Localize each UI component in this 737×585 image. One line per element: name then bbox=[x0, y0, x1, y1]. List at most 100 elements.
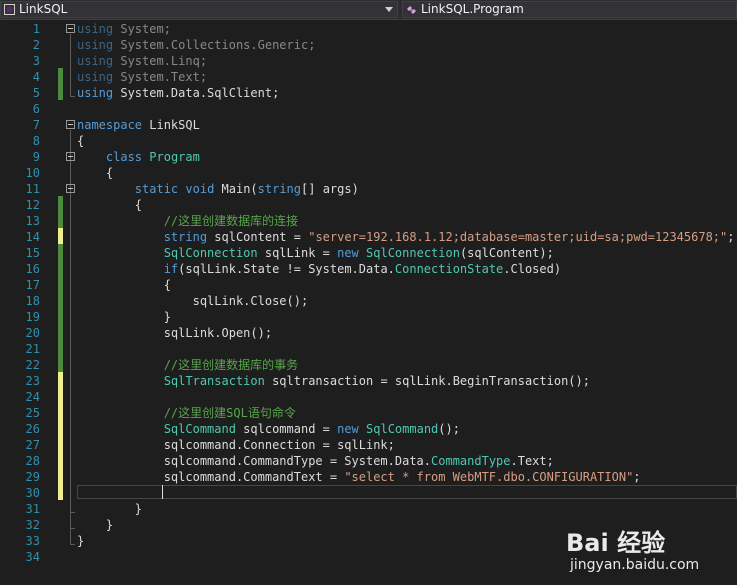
code-token: (sqlLink.State != System.Data. bbox=[178, 262, 395, 276]
code-line[interactable]: } bbox=[77, 517, 113, 533]
code-token: LinkSQL bbox=[142, 118, 200, 132]
code-token: using bbox=[77, 38, 114, 52]
line-number: 24 bbox=[25, 390, 40, 404]
unsaved-change-marker bbox=[58, 228, 63, 244]
code-line[interactable]: using System.Linq; bbox=[77, 53, 207, 69]
code-editor[interactable]: 1 2 3 4 5 6 7 8 9 10 11 12 13 14 15 16 17 18 19 20 21 22 23 24 2… bbox=[0, 20, 737, 573]
outline-end bbox=[70, 96, 75, 97]
code-line[interactable]: { bbox=[77, 165, 113, 181]
outline-line bbox=[70, 34, 71, 96]
code-line[interactable]: using System.Data.SqlClient; bbox=[77, 85, 279, 101]
project-dropdown[interactable]: LinkSQL bbox=[0, 1, 398, 18]
code-token: ; bbox=[727, 230, 735, 244]
outline-collapse-icon[interactable] bbox=[66, 184, 75, 193]
code-token: Program bbox=[149, 150, 200, 164]
chevron-down-icon[interactable] bbox=[385, 7, 393, 12]
line-number: 8 bbox=[32, 134, 40, 148]
code-line[interactable]: static void Main(string[] args) bbox=[77, 181, 359, 197]
code-token: sqlLink.Close(); bbox=[77, 294, 309, 308]
code-line[interactable]: using System.Collections.Generic; bbox=[77, 37, 315, 53]
code-token: //这里创建SQL语句命令 bbox=[163, 406, 296, 420]
project-dropdown-label: LinkSQL bbox=[19, 2, 68, 16]
code-line[interactable]: //这里创建数据库的事务 bbox=[77, 357, 298, 373]
unsaved-change-marker bbox=[58, 372, 63, 500]
code-line[interactable]: using System.Text; bbox=[77, 69, 207, 85]
code-token: SqlConnection bbox=[366, 246, 460, 260]
outline-collapse-icon[interactable] bbox=[66, 24, 75, 33]
code-token: System.Collections.Generic; bbox=[113, 38, 316, 52]
line-number: 5 bbox=[32, 86, 40, 100]
code-line[interactable]: { bbox=[77, 133, 84, 149]
code-line[interactable]: //这里创建SQL语句命令 bbox=[77, 405, 296, 421]
outline-collapse-icon[interactable] bbox=[66, 152, 75, 161]
code-token: System.Linq; bbox=[113, 54, 208, 68]
line-number: 29 bbox=[25, 470, 40, 484]
csharp-project-icon bbox=[4, 4, 15, 15]
line-number: 3 bbox=[32, 54, 40, 68]
code-line[interactable]: } bbox=[77, 309, 171, 325]
code-token: sqlcommand.Connection = sqlLink; bbox=[77, 438, 395, 452]
code-line[interactable]: SqlTransaction sqltransaction = sqlLink.… bbox=[77, 373, 590, 389]
line-number: 10 bbox=[25, 166, 40, 180]
code-line[interactable]: { bbox=[77, 197, 142, 213]
code-line[interactable]: sqlcommand.Connection = sqlLink; bbox=[77, 437, 395, 453]
code-token: using bbox=[77, 70, 114, 84]
line-number: 18 bbox=[25, 294, 40, 308]
code-line[interactable]: sqlcommand.CommandType = System.Data.Com… bbox=[77, 453, 554, 469]
line-number: 19 bbox=[25, 310, 40, 324]
line-number: 27 bbox=[25, 438, 40, 452]
line-number: 17 bbox=[25, 278, 40, 292]
code-token: string bbox=[163, 230, 208, 244]
line-number: 31 bbox=[25, 502, 40, 516]
code-token: System.Data.SqlClient; bbox=[113, 86, 280, 100]
member-dropdown[interactable]: LinkSQL.Program bbox=[402, 1, 737, 18]
change-tracking-margin bbox=[58, 20, 65, 571]
code-line[interactable]: //这里创建数据库的连接 bbox=[77, 213, 298, 229]
code-line[interactable]: sqlLink.Close(); bbox=[77, 293, 309, 309]
code-token: "select * from WebMTF.dbo.CONFIGURATION" bbox=[344, 470, 634, 484]
code-line[interactable]: SqlConnection sqlLink = new SqlConnectio… bbox=[77, 245, 554, 261]
saved-change-marker bbox=[58, 68, 63, 100]
code-line[interactable]: SqlCommand sqlcommand = new SqlCommand()… bbox=[77, 421, 460, 437]
outline-end bbox=[70, 528, 75, 529]
line-number: 4 bbox=[32, 70, 40, 84]
code-line[interactable]: } bbox=[77, 501, 142, 517]
line-number: 25 bbox=[25, 406, 40, 420]
line-number: 14 bbox=[25, 230, 40, 244]
code-line[interactable]: sqlLink.Open(); bbox=[77, 325, 272, 341]
code-token: { bbox=[77, 166, 114, 180]
line-number: 23 bbox=[25, 374, 40, 388]
code-token: ConnectionState bbox=[394, 262, 504, 276]
saved-change-marker bbox=[58, 244, 63, 372]
code-token: SqlConnection bbox=[163, 246, 258, 260]
code-token: class bbox=[105, 150, 143, 164]
code-line[interactable]: using System; bbox=[77, 21, 171, 37]
line-number: 26 bbox=[25, 422, 40, 436]
code-token: SqlTransaction bbox=[163, 374, 265, 388]
code-line[interactable]: namespace LinkSQL bbox=[77, 117, 200, 133]
outline-collapse-icon[interactable] bbox=[66, 120, 75, 129]
line-number: 1 bbox=[32, 22, 40, 36]
code-token: System; bbox=[113, 22, 171, 36]
code-line[interactable]: } bbox=[77, 533, 84, 549]
line-number: 30 bbox=[25, 486, 40, 500]
code-line[interactable]: sqlcommand.CommandText = "select * from … bbox=[77, 469, 641, 485]
code-token: //这里创建数据库的事务 bbox=[163, 358, 299, 372]
line-number: 13 bbox=[25, 214, 40, 228]
member-dropdown-label: LinkSQL.Program bbox=[421, 2, 524, 16]
code-line[interactable]: string sqlContent = "server=192.168.1.12… bbox=[77, 229, 735, 245]
code-lines[interactable]: using System; using System.Collections.Ge… bbox=[77, 20, 737, 571]
line-number: 15 bbox=[25, 246, 40, 260]
code-line[interactable]: class Program bbox=[77, 149, 200, 165]
line-number: 21 bbox=[25, 342, 40, 356]
code-line[interactable]: { bbox=[77, 277, 171, 293]
code-token: string bbox=[257, 182, 302, 196]
code-token: //这里创建数据库的连接 bbox=[163, 214, 299, 228]
code-line[interactable]: if(sqlLink.State != System.Data.Connecti… bbox=[77, 261, 561, 277]
code-token: namespace bbox=[77, 118, 143, 132]
